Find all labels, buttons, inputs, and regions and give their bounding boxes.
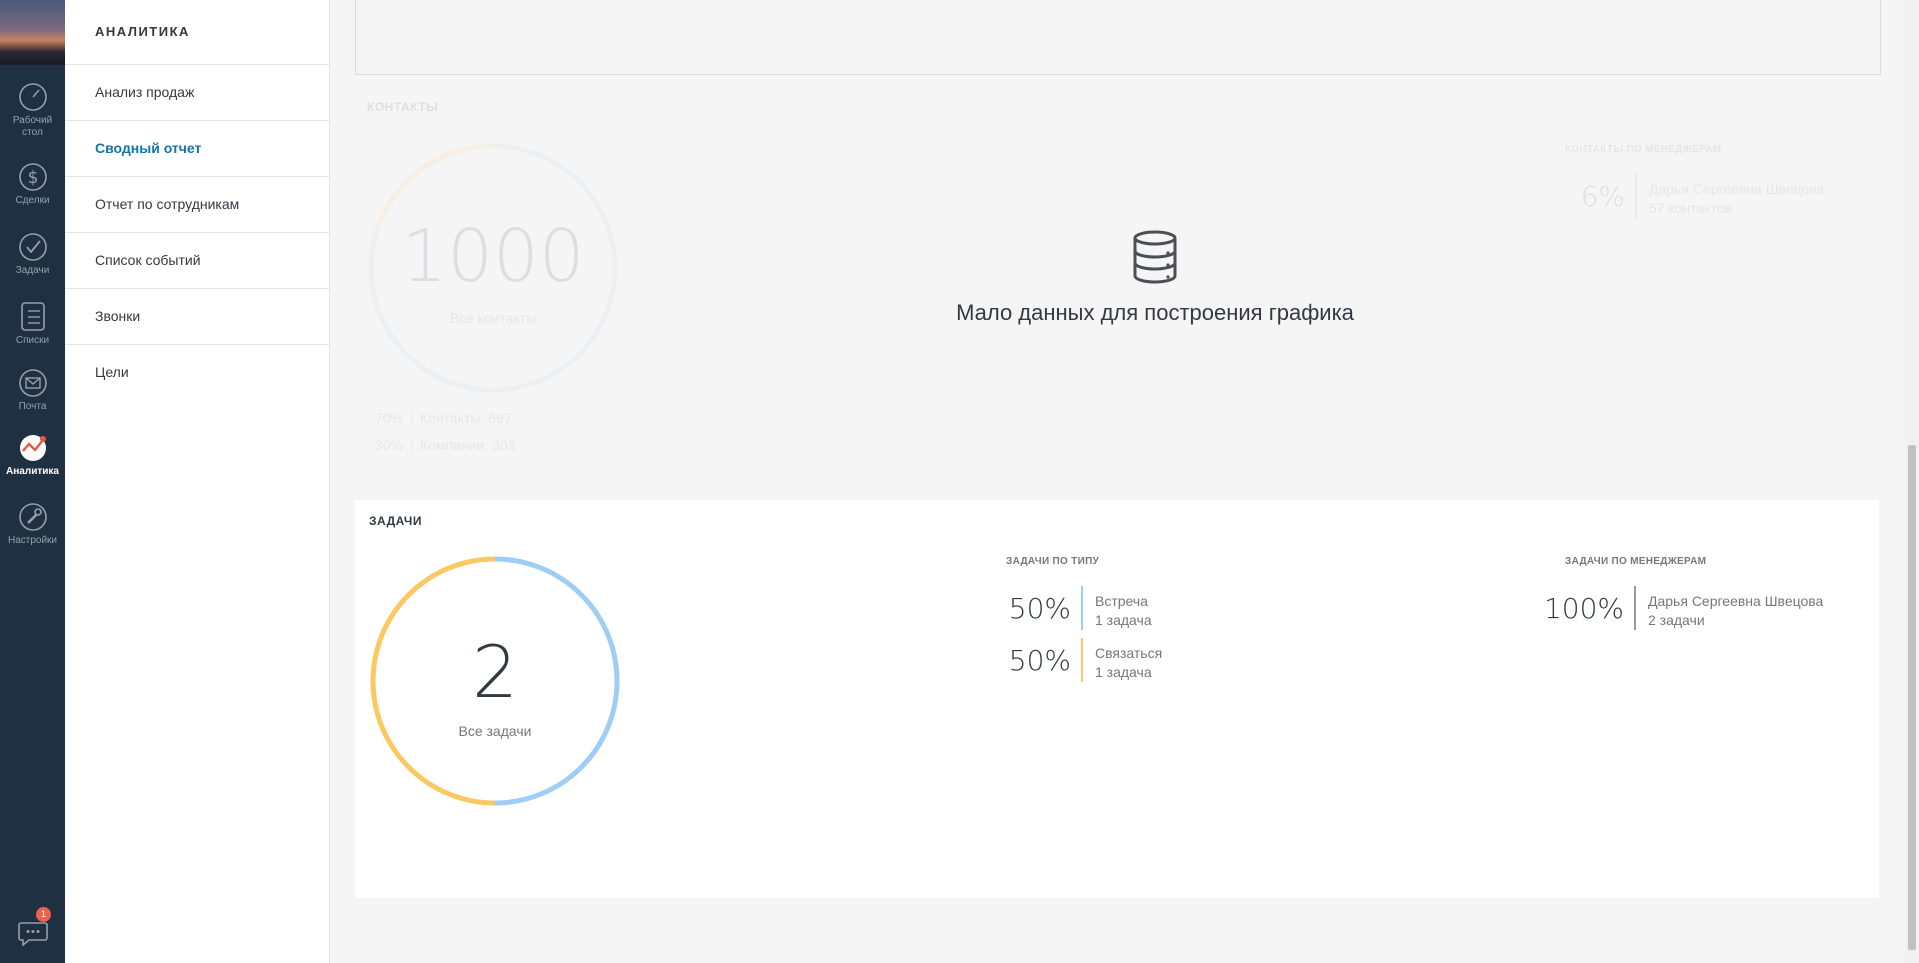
speedometer-icon (18, 83, 47, 111)
contacts-donut: 1000 Все контакты (367, 142, 619, 394)
tasks-by-managers-title: ЗАДАЧИ ПО МЕНЕДЖЕРАМ (1565, 556, 1707, 567)
rail-item-settings[interactable]: Настройки (0, 502, 65, 547)
legend-label: Компании: (420, 437, 489, 453)
no-data-message: Мало данных для построения графика (955, 230, 1355, 328)
tasks-donut: 2 Все задачи (369, 555, 621, 807)
list-icon (20, 302, 45, 331)
chat-badge: 1 (36, 907, 51, 922)
stat-bar (1635, 174, 1637, 218)
submenu-item-employee-report[interactable]: Отчет по сотрудникам (65, 177, 329, 233)
tasks-section: ЗАДАЧИ 2 Все задачи ЗАДАЧИ ПО ТИПУ 50% В… (355, 500, 1879, 898)
scrollbar-thumb[interactable] (1908, 445, 1916, 950)
submenu-item-sales-analysis[interactable]: Анализ продаж (65, 65, 329, 121)
manager-name: Дарья Сергеевна Швецова (1649, 181, 1825, 197)
rail-item-mail[interactable]: Почта (0, 368, 65, 413)
rail-label-deals: Сделки (15, 195, 50, 206)
task-type-count: 1 задача (1095, 612, 1152, 628)
main-content: КОНТАКТЫ 1000 Все контакты 70% Контакты: … (330, 0, 1905, 963)
legend-pct: 70% (367, 410, 412, 426)
tasks-title: ЗАДАЧИ (369, 514, 422, 528)
legend-label: Контакты: (420, 410, 485, 426)
database-icon (1133, 230, 1177, 284)
contacts-total: 1000 (401, 214, 585, 298)
rail-item-analytics[interactable]: Аналитика (0, 433, 65, 478)
contacts-section: КОНТАКТЫ 1000 Все контакты 70% Контакты: … (355, 90, 1879, 490)
wrench-icon (18, 503, 47, 531)
analytics-submenu: АНАЛИТИКА Анализ продаж Сводный отчет От… (65, 0, 330, 963)
contacts-manager-row: 6% Дарья Сергеевна Швецова 57 контактов (1545, 174, 1845, 218)
legend-pct: 30% (367, 437, 412, 453)
tasks-total: 2 (472, 630, 518, 714)
rail-label-settings: Настройки (7, 535, 58, 546)
stat-bar (1634, 586, 1636, 630)
task-type-name: Встреча (1095, 593, 1148, 609)
rail-label-dashboard-1: Рабочий (12, 115, 53, 126)
stat-bar (1081, 586, 1083, 630)
top-panel (355, 0, 1881, 75)
contacts-legend-row: 70% Контакты: 697 (367, 410, 512, 426)
contacts-total-caption: Все контакты (449, 310, 537, 326)
contacts-by-managers-title: КОНТАКТЫ ПО МЕНЕДЖЕРАМ (1565, 144, 1722, 155)
rail-item-deals[interactable]: $ Сделки (0, 162, 65, 207)
stat-pct: 100% (1543, 592, 1624, 625)
contacts-title: КОНТАКТЫ (367, 100, 439, 114)
submenu-title: АНАЛИТИКА (65, 0, 329, 65)
chat-icon[interactable] (18, 920, 48, 946)
manager-count: 57 контактов (1649, 200, 1733, 216)
manager-count: 2 задачи (1648, 612, 1705, 628)
legend-value: 697 (488, 410, 512, 426)
checkmark-icon (18, 233, 47, 261)
stat-pct: 50% (1008, 644, 1071, 677)
manager-name: Дарья Сергеевна Швецова (1648, 593, 1824, 609)
stat-pct: 6% (1580, 180, 1625, 213)
tasks-total-caption: Все задачи (458, 723, 532, 739)
tasks-by-type-title: ЗАДАЧИ ПО ТИПУ (1006, 556, 1100, 567)
contacts-legend-row: 30% Компании: 303 (367, 437, 515, 453)
page-scrollbar[interactable] (1905, 0, 1919, 963)
rail-item-lists[interactable]: Списки (0, 300, 65, 347)
rail-label-lists: Списки (15, 335, 50, 346)
rail-label-mail: Почта (18, 401, 47, 412)
submenu-item-goals[interactable]: Цели (65, 345, 329, 400)
stat-text: Дарья Сергеевна Швецова 57 контактов (1649, 180, 1824, 218)
envelope-icon (18, 369, 47, 397)
rail-label-analytics: Аналитика (6, 466, 59, 477)
rail-item-tasks[interactable]: Задачи (0, 232, 65, 277)
stat-text: Дарья Сергеевна Швецова 2 задачи (1648, 592, 1823, 630)
tasks-type-row: 50% Связаться 1 задача (991, 638, 1241, 682)
task-type-count: 1 задача (1095, 664, 1152, 680)
app-rail: Рабочий стол $ Сделки Задачи Списки Почт… (0, 0, 65, 963)
rail-label-tasks: Задачи (15, 265, 50, 276)
stat-bar (1081, 638, 1083, 682)
rail-label-dashboard-2: стол (22, 127, 43, 138)
submenu-item-summary-report[interactable]: Сводный отчет (65, 121, 329, 177)
task-type-name: Связаться (1095, 645, 1163, 661)
tasks-type-row: 50% Встреча 1 задача (991, 586, 1241, 630)
legend-value: 303 (492, 437, 516, 453)
tasks-manager-row: 100% Дарья Сергеевна Швецова 2 задачи (1544, 586, 1864, 630)
rail-item-dashboard[interactable]: Рабочий стол (0, 82, 65, 139)
no-data-text: Мало данных для построения графика (956, 300, 1354, 325)
analytics-icon (19, 435, 46, 461)
submenu-item-calls[interactable]: Звонки (65, 289, 329, 345)
stat-text: Встреча 1 задача (1095, 592, 1152, 630)
user-avatar[interactable] (0, 0, 65, 65)
dollar-icon: $ (18, 163, 47, 191)
stat-text: Связаться 1 задача (1095, 644, 1162, 682)
svg-text:$: $ (27, 168, 38, 188)
stat-pct: 50% (1008, 592, 1071, 625)
submenu-item-event-list[interactable]: Список событий (65, 233, 329, 289)
